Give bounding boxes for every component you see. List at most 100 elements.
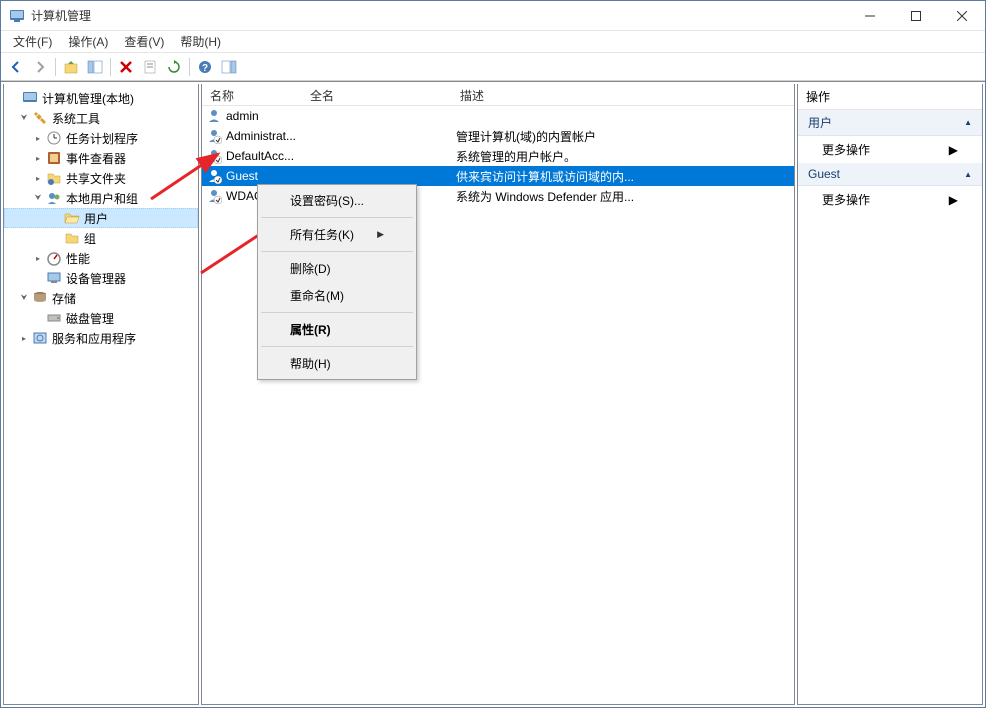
ctx-help[interactable]: 帮助(H) [260, 350, 414, 377]
user-icon [206, 108, 222, 124]
tree-performance[interactable]: ▸ 性能 [4, 248, 198, 268]
event-viewer-icon [46, 150, 62, 166]
minimize-button[interactable] [847, 1, 893, 30]
collapse-icon: ▲ [964, 170, 972, 179]
collapse-icon: ▲ [964, 118, 972, 127]
show-hide-action-pane-button[interactable] [218, 56, 240, 78]
computer-mgmt-icon [22, 90, 38, 106]
tree-expander-closed[interactable]: ▸ [32, 132, 44, 144]
tree-label: 事件查看器 [66, 150, 126, 167]
tree-system-tools[interactable]: ⮟ 系统工具 [4, 108, 198, 128]
tree-disk-management[interactable]: 磁盘管理 [4, 308, 198, 328]
tree-expander-open[interactable]: ⮟ [18, 292, 30, 304]
actions-more-guest[interactable]: 更多操作 ▶ [798, 186, 982, 213]
window-title: 计算机管理 [31, 7, 847, 24]
user-row[interactable]: DefaultAcc... 系统管理的用户帐户。 [202, 146, 794, 166]
ctx-rename[interactable]: 重命名(M) [260, 282, 414, 309]
window-controls [847, 1, 985, 30]
delete-button[interactable] [115, 56, 137, 78]
cell-name: admin [202, 108, 302, 124]
svg-text:?: ? [202, 63, 208, 74]
refresh-button[interactable] [163, 56, 185, 78]
device-manager-icon [46, 270, 62, 286]
tree-expander-closed[interactable]: ▸ [32, 252, 44, 264]
actions-title: 操作 [798, 84, 982, 110]
folder-icon [64, 230, 80, 246]
close-button[interactable] [939, 1, 985, 30]
ctx-separator [261, 217, 413, 218]
tree-users[interactable]: 用户 [4, 208, 198, 228]
ctx-all-tasks[interactable]: 所有任务(K)▶ [260, 221, 414, 248]
actions-section-users[interactable]: 用户 ▲ [798, 110, 982, 136]
menubar: 文件(F) 操作(A) 查看(V) 帮助(H) [1, 31, 985, 53]
cell-name: DefaultAcc... [202, 148, 302, 164]
ctx-properties[interactable]: 属性(R) [260, 316, 414, 343]
performance-icon [46, 250, 62, 266]
tree-event-viewer[interactable]: ▸ 事件查看器 [4, 148, 198, 168]
forward-button[interactable] [29, 56, 51, 78]
tree-task-scheduler[interactable]: ▸ 任务计划程序 [4, 128, 198, 148]
actions-item-label: 更多操作 [822, 141, 870, 158]
tree-expander-closed[interactable]: ▸ [32, 172, 44, 184]
toolbar-separator [189, 58, 190, 76]
list-header: 名称 全名 描述 [202, 84, 794, 106]
menu-file[interactable]: 文件(F) [5, 31, 60, 52]
ctx-delete[interactable]: 删除(D) [260, 255, 414, 282]
cell-description: 管理计算机(域)的内置帐户 [452, 128, 794, 145]
user-icon [206, 188, 222, 204]
user-row[interactable]: admin [202, 106, 794, 126]
tree-local-users-groups[interactable]: ⮟ 本地用户和组 [4, 188, 198, 208]
menu-view[interactable]: 查看(V) [116, 31, 172, 52]
ctx-separator [261, 312, 413, 313]
cell-description: 系统为 Windows Defender 应用... [452, 188, 794, 205]
tree-services-apps[interactable]: ▸ 服务和应用程序 [4, 328, 198, 348]
cell-description: 系统管理的用户帐户。 [452, 148, 794, 165]
column-name[interactable]: 名称 [202, 84, 302, 105]
tree-expander-closed[interactable]: ▸ [18, 332, 30, 344]
actions-item-label: 更多操作 [822, 191, 870, 208]
show-hide-tree-button[interactable] [84, 56, 106, 78]
tree-groups[interactable]: 组 [4, 228, 198, 248]
tree-expander-open[interactable]: ⮟ [32, 192, 44, 204]
tree-expander-open[interactable]: ⮟ [18, 112, 30, 124]
menu-action[interactable]: 操作(A) [60, 31, 116, 52]
tree-label: 系统工具 [52, 110, 100, 127]
tools-icon [32, 110, 48, 126]
back-button[interactable] [5, 56, 27, 78]
up-level-button[interactable] [60, 56, 82, 78]
app-icon [9, 8, 25, 24]
storage-icon [32, 290, 48, 306]
disk-icon [46, 310, 62, 326]
tree-storage[interactable]: ⮟ 存储 [4, 288, 198, 308]
properties-button[interactable] [139, 56, 161, 78]
column-description[interactable]: 描述 [452, 84, 794, 105]
cell-description: 供来宾访问计算机或访问域的内... [452, 168, 794, 185]
user-row[interactable]: Administrat... 管理计算机(域)的内置帐户 [202, 126, 794, 146]
user-row[interactable]: Guest 供来宾访问计算机或访问域的内... [202, 166, 794, 186]
tree-label: 任务计划程序 [66, 130, 138, 147]
context-menu: 设置密码(S)... 所有任务(K)▶ 删除(D) 重命名(M) 属性(R) 帮… [257, 184, 417, 380]
tree-expander-closed[interactable]: ▸ [32, 152, 44, 164]
maximize-button[interactable] [893, 1, 939, 30]
tree-label: 本地用户和组 [66, 190, 138, 207]
navigation-tree-panel[interactable]: 计算机管理(本地) ⮟ 系统工具 ▸ 任务计划程序 ▸ 事件查看器 [3, 84, 199, 705]
tree-root[interactable]: 计算机管理(本地) [4, 88, 198, 108]
users-groups-icon [46, 190, 62, 206]
tree-label: 用户 [84, 210, 108, 227]
main-body: 计算机管理(本地) ⮟ 系统工具 ▸ 任务计划程序 ▸ 事件查看器 [1, 81, 985, 707]
ctx-set-password[interactable]: 设置密码(S)... [260, 187, 414, 214]
tree-device-manager[interactable]: 设备管理器 [4, 268, 198, 288]
clock-icon [46, 130, 62, 146]
menu-help[interactable]: 帮助(H) [172, 31, 229, 52]
tree-shared-folders[interactable]: ▸ 共享文件夹 [4, 168, 198, 188]
folder-open-icon [64, 210, 80, 226]
actions-more-users[interactable]: 更多操作 ▶ [798, 136, 982, 163]
help-button[interactable]: ? [194, 56, 216, 78]
tree-label: 设备管理器 [66, 270, 126, 287]
cell-name: Administrat... [202, 128, 302, 144]
toolbar-separator [55, 58, 56, 76]
titlebar[interactable]: 计算机管理 [1, 1, 985, 31]
user-icon [206, 128, 222, 144]
column-fullname[interactable]: 全名 [302, 84, 452, 105]
actions-section-guest[interactable]: Guest ▲ [798, 163, 982, 186]
